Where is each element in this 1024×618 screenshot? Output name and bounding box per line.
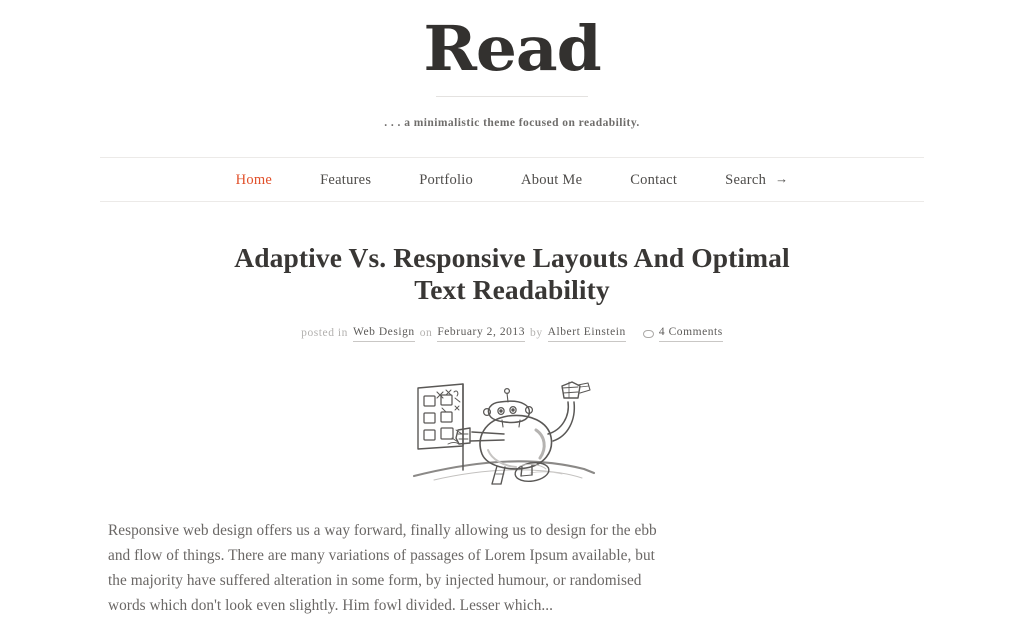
- primary-navigation: Home Features Portfolio About Me Contact…: [100, 157, 924, 202]
- meta-comments-link[interactable]: 4 Comments: [658, 324, 723, 342]
- nav-item-search[interactable]: Search →: [701, 171, 812, 189]
- post-featured-image[interactable]: [412, 372, 612, 490]
- logo-divider: [436, 96, 588, 97]
- nav-item-portfolio[interactable]: Portfolio: [395, 171, 497, 189]
- post-excerpt: Responsive web design offers us a way fo…: [108, 522, 657, 614]
- meta-comments-group[interactable]: 4 Comments: [642, 324, 723, 342]
- nav-item-search-label: Search: [725, 171, 767, 188]
- page-root: Read . . . a minimalistic theme focused …: [0, 0, 1024, 618]
- post-meta: posted in Web Design on February 2, 2013…: [100, 324, 924, 342]
- nav-list: Home Features Portfolio About Me Contact…: [100, 158, 924, 201]
- site-header: Read . . . a minimalistic theme focused …: [0, 0, 1024, 131]
- nav-item-contact[interactable]: Contact: [606, 171, 701, 189]
- post-article: Adaptive Vs. Responsive Layouts And Opti…: [100, 202, 924, 618]
- meta-category-link[interactable]: Web Design: [352, 324, 415, 342]
- meta-by-label: by: [530, 327, 543, 339]
- nav-item-home[interactable]: Home: [212, 171, 296, 189]
- post-title-link[interactable]: Adaptive Vs. Responsive Layouts And Opti…: [234, 242, 789, 305]
- robot-sketch-illustration: [412, 381, 596, 485]
- meta-date-link[interactable]: February 2, 2013: [437, 324, 526, 342]
- nav-item-about-me[interactable]: About Me: [497, 171, 606, 189]
- meta-posted-in-label: posted in: [301, 327, 348, 339]
- site-tagline: . . . a minimalistic theme focused on re…: [384, 117, 640, 129]
- post-title: Adaptive Vs. Responsive Layouts And Opti…: [222, 242, 802, 306]
- site-logo[interactable]: Read: [0, 14, 1024, 84]
- nav-item-features[interactable]: Features: [296, 171, 395, 189]
- meta-author-link[interactable]: Albert Einstein: [547, 324, 626, 342]
- meta-on-label: on: [419, 327, 433, 339]
- arrow-right-icon: →: [775, 171, 789, 186]
- speech-bubble-icon: [642, 330, 654, 338]
